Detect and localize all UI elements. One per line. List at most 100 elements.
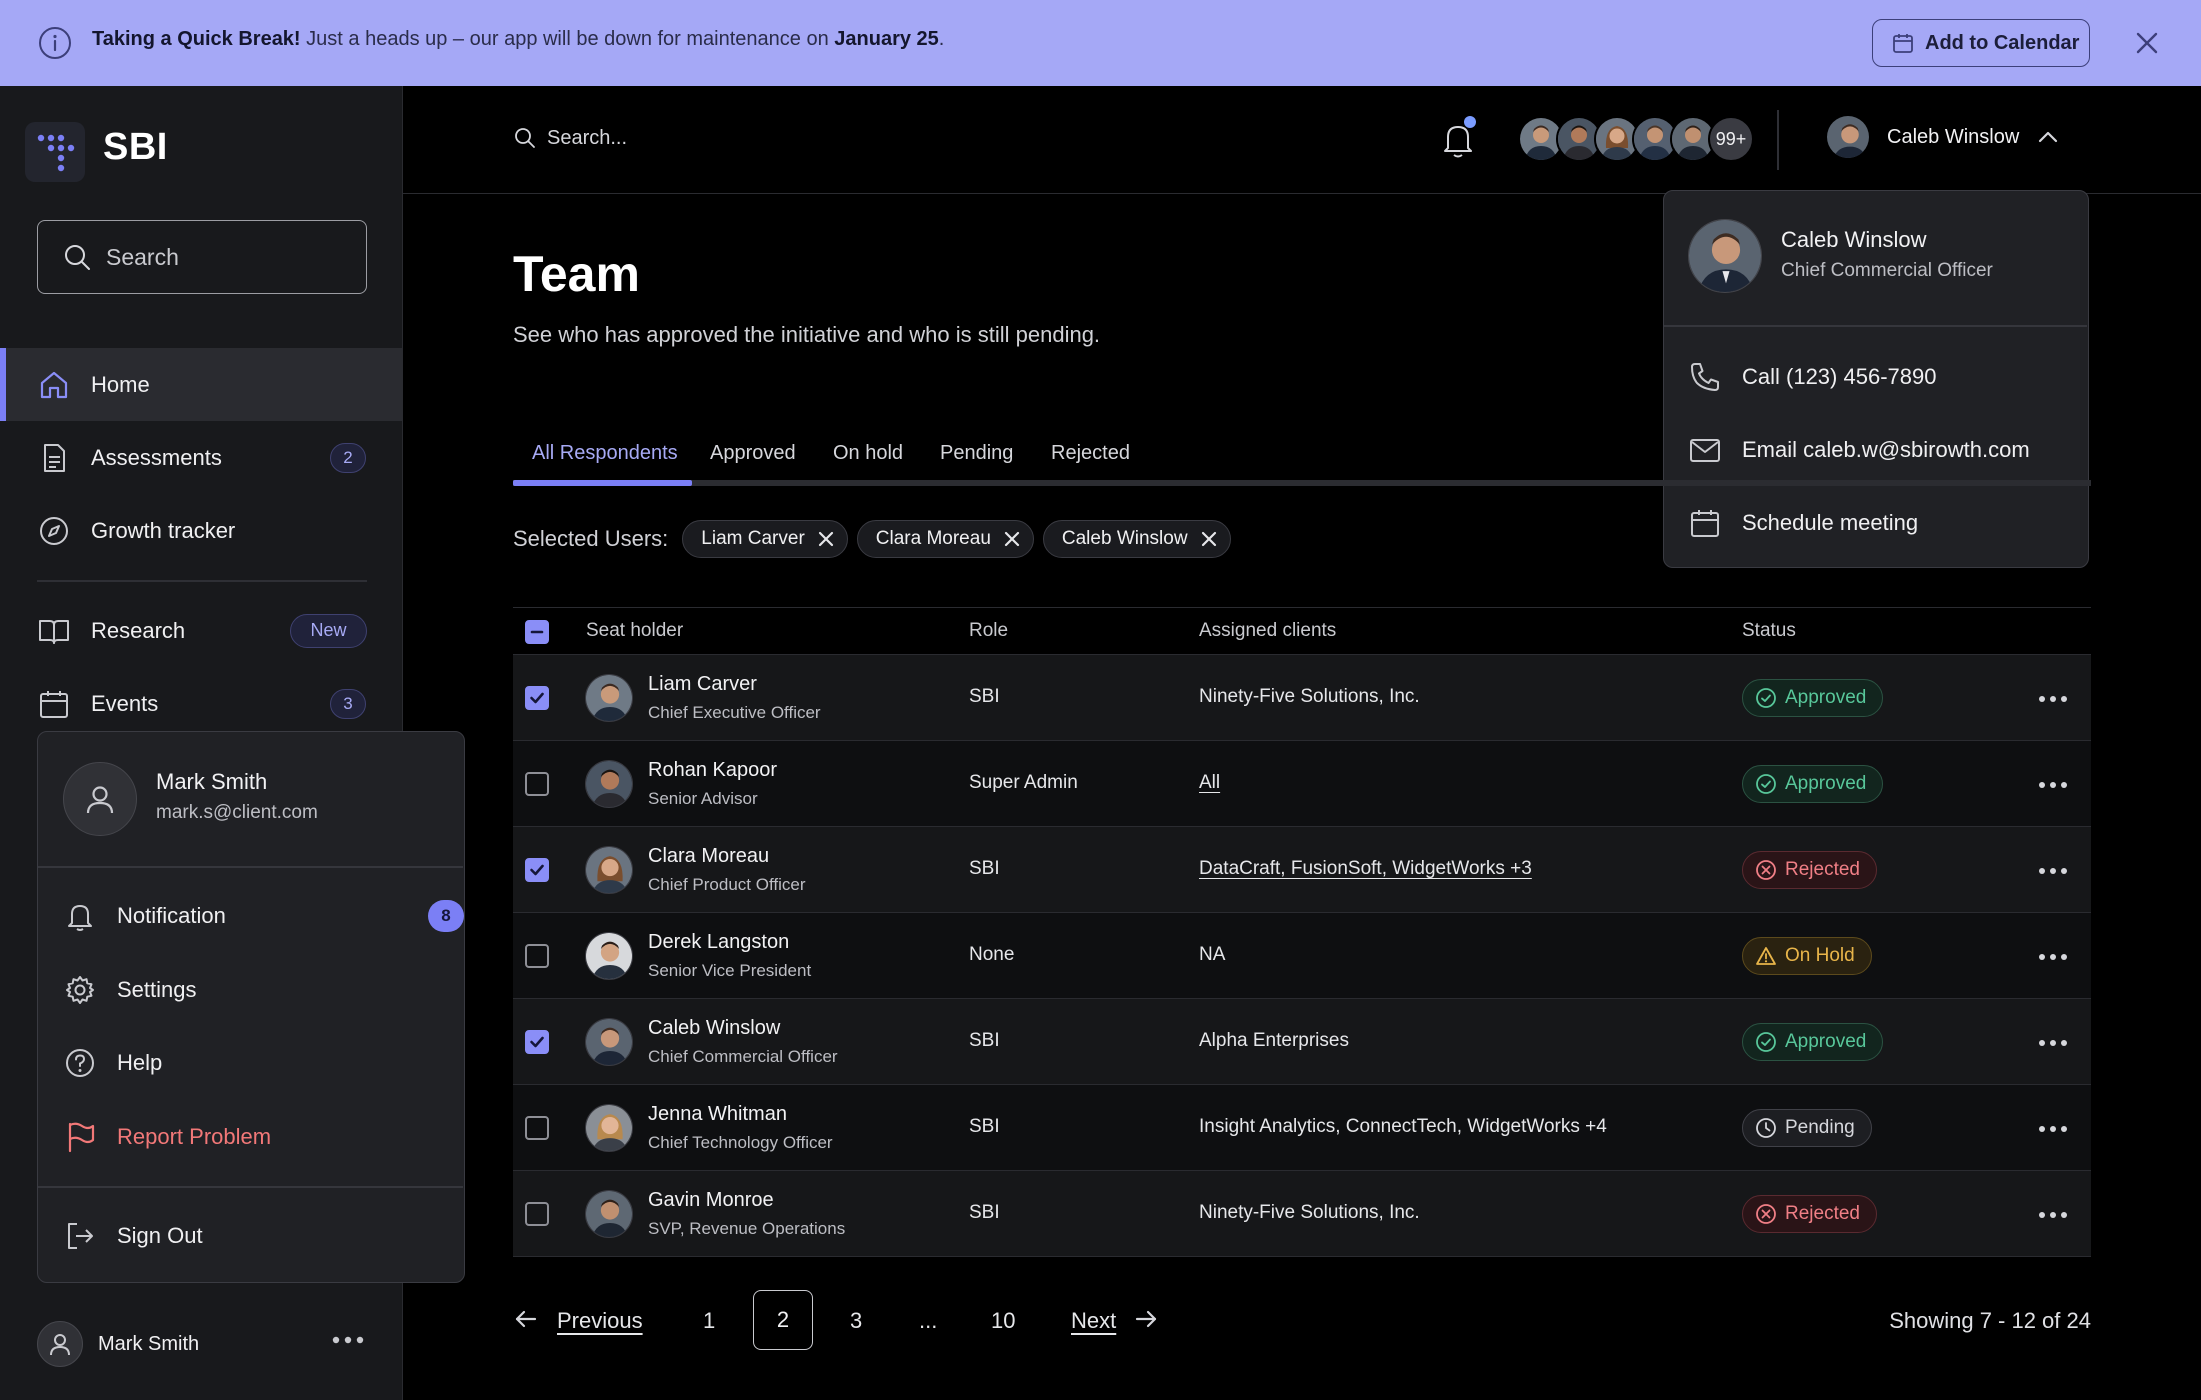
table-row[interactable]: Liam Carver Chief Executive Officer SBI … bbox=[513, 655, 2091, 741]
top-search-placeholder: Search... bbox=[547, 126, 628, 149]
call-action[interactable]: Call (123) 456-7890 bbox=[1688, 352, 2068, 402]
remove-chip-icon[interactable] bbox=[817, 530, 835, 548]
row-more-icon[interactable] bbox=[2038, 1211, 2068, 1219]
row-name: Rohan Kapoor bbox=[648, 759, 777, 781]
row-role: SBI bbox=[969, 858, 1000, 879]
row-more-icon[interactable] bbox=[2038, 695, 2068, 703]
menu-item-label: Settings bbox=[117, 977, 197, 1002]
row-checkbox[interactable] bbox=[525, 686, 549, 710]
tab-approved[interactable]: Approved bbox=[710, 442, 796, 465]
avatar bbox=[585, 1190, 633, 1238]
check-circle-icon bbox=[1756, 1032, 1776, 1052]
flag-icon bbox=[63, 1120, 97, 1154]
arrow-left-icon[interactable] bbox=[513, 1306, 539, 1332]
row-title: Chief Product Officer bbox=[648, 875, 806, 894]
previous-page-link[interactable]: Previous bbox=[557, 1308, 643, 1334]
schedule-meeting-label: Schedule meeting bbox=[1742, 510, 1919, 535]
menu-item-settings[interactable]: Settings bbox=[63, 965, 443, 1015]
status-label: Approved bbox=[1785, 773, 1867, 794]
row-checkbox[interactable] bbox=[525, 1116, 549, 1140]
sidebar-user[interactable]: Mark Smith bbox=[37, 1314, 367, 1374]
home-icon bbox=[37, 368, 71, 402]
remove-chip-icon[interactable] bbox=[1003, 530, 1021, 548]
events-count-badge: 3 bbox=[330, 688, 366, 719]
close-banner-icon[interactable] bbox=[2130, 26, 2164, 60]
check-circle-icon bbox=[1756, 774, 1776, 794]
menu-item-report-problem[interactable]: Report Problem bbox=[63, 1112, 443, 1162]
sidebar-item-label: Growth tracker bbox=[91, 517, 236, 543]
table-row[interactable]: Gavin Monroe SVP, Revenue Operations SBI… bbox=[513, 1171, 2091, 1257]
page-current[interactable]: 2 bbox=[753, 1290, 813, 1350]
top-bar: Search... 99+ Caleb Winslow bbox=[403, 86, 2201, 194]
sidebar-item-research[interactable]: Research New bbox=[0, 594, 403, 667]
clock-icon bbox=[1756, 1118, 1776, 1138]
current-user-menu-button[interactable]: Caleb Winslow bbox=[1825, 114, 2061, 160]
active-tab-indicator bbox=[513, 480, 692, 486]
header-seat-holder[interactable]: Seat holder bbox=[586, 620, 683, 642]
select-all-checkbox[interactable] bbox=[525, 620, 549, 644]
row-more-icon[interactable] bbox=[2038, 781, 2068, 789]
sidebar-item-assessments[interactable]: Assessments 2 bbox=[0, 421, 403, 494]
team-avatars[interactable]: 99+ bbox=[1518, 116, 1754, 164]
page-link[interactable]: 1 bbox=[703, 1308, 715, 1334]
sidebar-item-growth-tracker[interactable]: Growth tracker bbox=[0, 494, 403, 567]
search-icon bbox=[515, 128, 535, 148]
menu-item-notification[interactable]: Notification 8 bbox=[63, 891, 464, 941]
header-assigned-clients[interactable]: Assigned clients bbox=[1199, 620, 1336, 642]
status-label: On Hold bbox=[1785, 945, 1855, 966]
sidebar-search-input[interactable]: Search bbox=[37, 220, 367, 294]
user-menu-name: Mark Smith bbox=[156, 769, 268, 794]
row-clients-link[interactable]: DataCraft, FusionSoft, WidgetWorks +3 bbox=[1199, 858, 1532, 880]
row-more-icon[interactable] bbox=[2038, 953, 2068, 961]
research-new-badge: New bbox=[290, 613, 367, 648]
tab-pending[interactable]: Pending bbox=[940, 442, 1013, 465]
row-checkbox[interactable] bbox=[525, 858, 549, 882]
row-checkbox[interactable] bbox=[525, 1030, 549, 1054]
menu-item-help[interactable]: Help bbox=[63, 1038, 443, 1088]
call-label: Call (123) 456-7890 bbox=[1742, 364, 1937, 389]
avatar bbox=[585, 1018, 633, 1066]
row-clients-link[interactable]: All bbox=[1199, 772, 1220, 794]
sign-out-button[interactable]: Sign Out bbox=[63, 1211, 443, 1261]
table-row[interactable]: Jenna Whitman Chief Technology Officer S… bbox=[513, 1085, 2091, 1171]
row-checkbox[interactable] bbox=[525, 944, 549, 968]
sidebar-item-home[interactable]: Home bbox=[0, 348, 403, 421]
row-more-icon[interactable] bbox=[2038, 867, 2068, 875]
table-row[interactable]: Clara Moreau Chief Product Officer SBI D… bbox=[513, 827, 2091, 913]
row-checkbox[interactable] bbox=[525, 772, 549, 796]
row-title: Chief Executive Officer bbox=[648, 703, 821, 722]
sidebar-item-label: Assessments bbox=[91, 444, 222, 470]
tab-rejected[interactable]: Rejected bbox=[1051, 442, 1130, 465]
row-role: None bbox=[969, 944, 1015, 965]
add-to-calendar-button[interactable]: Add to Calendar bbox=[1872, 19, 2090, 67]
table-row[interactable]: Rohan Kapoor Senior Advisor Super Admin … bbox=[513, 741, 2091, 827]
header-role[interactable]: Role bbox=[969, 620, 1008, 642]
row-checkbox[interactable] bbox=[525, 1202, 549, 1226]
row-more-icon[interactable] bbox=[2038, 1039, 2068, 1047]
selected-user-chip: Clara Moreau bbox=[856, 520, 1034, 558]
arrow-right-icon[interactable] bbox=[1133, 1306, 1159, 1332]
sidebar-item-events[interactable]: Events 3 bbox=[0, 667, 403, 740]
tab-on-hold[interactable]: On hold bbox=[833, 442, 903, 465]
tab-all-respondents[interactable]: All Respondents bbox=[532, 442, 678, 465]
table-row[interactable]: Derek Langston Senior Vice President Non… bbox=[513, 913, 2091, 999]
banner-title: Taking a Quick Break! bbox=[92, 28, 301, 50]
status-label: Rejected bbox=[1785, 859, 1860, 880]
more-options-icon[interactable] bbox=[332, 1336, 364, 1344]
sidebar-item-label: Home bbox=[91, 371, 150, 397]
row-clients: Ninety-Five Solutions, Inc. bbox=[1199, 686, 1420, 707]
row-clients: NA bbox=[1199, 944, 1226, 965]
next-page-link[interactable]: Next bbox=[1071, 1308, 1116, 1334]
page-link[interactable]: 3 bbox=[850, 1308, 862, 1334]
page-link[interactable]: 10 bbox=[991, 1308, 1015, 1334]
warning-icon bbox=[1756, 947, 1776, 965]
header-status[interactable]: Status bbox=[1742, 620, 1796, 642]
schedule-meeting-action[interactable]: Schedule meeting bbox=[1688, 498, 2068, 548]
check-circle-icon bbox=[1756, 688, 1776, 708]
top-search-input[interactable]: Search... bbox=[513, 126, 627, 150]
row-role: SBI bbox=[969, 686, 1000, 707]
avatar bbox=[1825, 114, 1871, 160]
row-more-icon[interactable] bbox=[2038, 1125, 2068, 1133]
remove-chip-icon[interactable] bbox=[1200, 530, 1218, 548]
table-row[interactable]: Caleb Winslow Chief Commercial Officer S… bbox=[513, 999, 2091, 1085]
